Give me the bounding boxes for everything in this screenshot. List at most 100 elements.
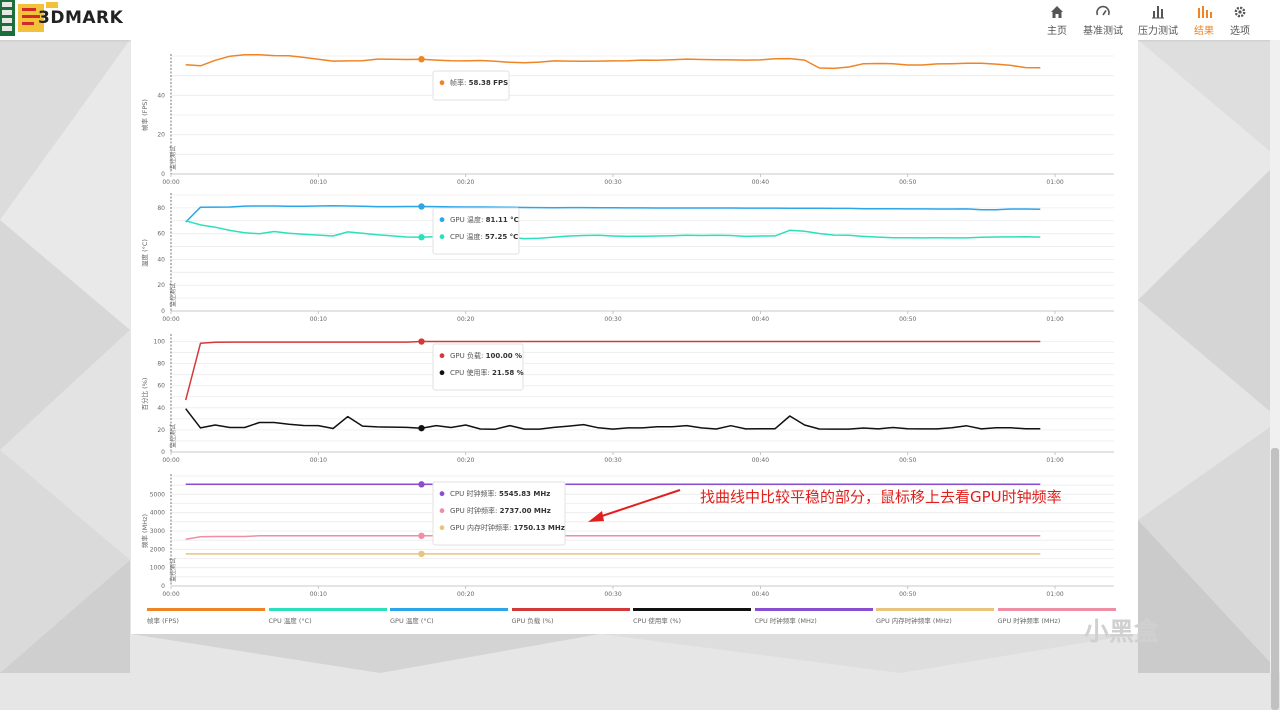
tooltip-label: GPU 内存时钟频率: (450, 523, 514, 532)
tooltip-dot (439, 370, 445, 376)
x-tick-label: 00:30 (604, 457, 621, 464)
hover-point (418, 55, 425, 63)
tooltip-value: 5545.83 MHz (499, 490, 550, 498)
x-tick-label: 00:20 (457, 316, 474, 323)
tooltip-row: 帧率: 58.38 FPS (450, 78, 508, 87)
hover-point (418, 234, 425, 241)
tooltip-label: GPU 负载: (450, 351, 486, 360)
legend-swatch (147, 608, 265, 611)
legend-item[interactable]: 帧率 (FPS) (147, 608, 265, 625)
home-icon (1051, 6, 1063, 18)
nav-stress-tests[interactable]: 压力测试 (1135, 3, 1181, 37)
nav-options[interactable]: 选项 (1217, 3, 1263, 37)
legend-item[interactable]: CPU 温度 (°C) (268, 608, 387, 625)
nav-results-label: 结果 (1194, 26, 1214, 37)
legend-label: 帧率 (FPS) (147, 617, 179, 625)
gear-icon (1234, 6, 1246, 18)
hover-point (418, 424, 425, 432)
nav-home-label: 主页 (1047, 26, 1067, 37)
y-tick-label: 0 (161, 308, 165, 315)
tooltip-label: GPU 温度: (450, 215, 486, 224)
x-tick-label: 00:00 (162, 591, 179, 598)
x-tick-label: 00:00 (162, 316, 179, 323)
legend-item[interactable]: GPU 温度 (°C) (390, 608, 508, 625)
series-line-1 (185, 220, 1041, 240)
legend-swatch (390, 608, 508, 611)
scrollbar[interactable] (1270, 40, 1280, 710)
legend-label: CPU 时钟频率 (MHz) (754, 617, 817, 625)
nav-options-label: 选项 (1230, 26, 1250, 37)
y-tick-label: 1000 (150, 565, 165, 572)
legend-item[interactable]: GPU 负载 (%) (511, 608, 630, 625)
y-tick-label: 20 (157, 427, 165, 434)
tooltip-box (432, 343, 524, 391)
legend-item[interactable]: CPU 时钟频率 (MHz) (754, 608, 873, 625)
x-tick-label: 00:30 (604, 316, 621, 323)
series-line-0 (185, 54, 1041, 70)
y-tick-label: 5000 (150, 491, 165, 498)
y-tick-label: 40 (157, 405, 165, 412)
y-tick-label: 20 (157, 282, 165, 289)
tooltip-label: CPU 时钟频率: (450, 489, 499, 498)
tooltip-box (432, 207, 520, 255)
hover-point (418, 481, 425, 488)
legend-swatch (997, 608, 1116, 611)
x-tick-label: 00:30 (604, 179, 621, 186)
legend-label: CPU 温度 (°C) (268, 617, 312, 625)
y-axis-label: 频率 (MHz) (140, 514, 149, 548)
tooltip: GPU 负载: 100.00 % CPU 使用率: 21.58 % (432, 343, 524, 391)
tooltip: GPU 温度: 81.11 °CCPU 温度: 57.25 °C (432, 207, 520, 255)
tooltip-dot (439, 353, 445, 359)
x-tick-label: 00:10 (310, 457, 327, 464)
y-tick-label: 60 (157, 231, 165, 238)
legend-swatch (754, 608, 873, 611)
top-bar: 3DMARK 主页 基准测试 压力测试 结果 选项 (0, 0, 1280, 40)
y-tick-label: 2000 (150, 546, 165, 553)
y-tick-label: 100 (154, 339, 166, 346)
bar-chart-icon (1152, 6, 1164, 19)
legend-label: GPU 负载 (%) (511, 617, 554, 625)
y-tick-label: 80 (157, 361, 165, 368)
x-tick-label: 00:50 (899, 591, 916, 598)
y-tick-label: 80 (157, 205, 165, 212)
scrollbar-thumb[interactable] (1271, 448, 1279, 710)
watermark: 小黑盒 (1084, 612, 1159, 648)
y-tick-label: 0 (161, 583, 165, 590)
tooltip-row: GPU 内存时钟频率: 1750.13 MHz (450, 523, 565, 532)
annotation-arrow (588, 489, 681, 522)
tooltip-value: 57.25 °C (485, 233, 518, 241)
y-tick-label: 60 (157, 383, 165, 390)
tooltip-row: CPU 时钟频率: 5545.83 MHz (450, 489, 550, 498)
watermark-text: 小黑盒 (1084, 617, 1160, 646)
tooltip-row: GPU 温度: 81.11 °C (450, 215, 519, 224)
monitoring-charts: 监控测试 0 20 40 00:00 00:10 00:20 00:30 00:40 00:50 0… (140, 54, 1114, 598)
tooltip-label: 帧率: (450, 78, 469, 87)
tooltip-label: CPU 使用率: (450, 368, 492, 377)
tooltip-row: GPU 时钟频率: 2737.00 MHz (450, 506, 551, 515)
x-tick-label: 00:50 (899, 179, 916, 186)
y-tick-label: 40 (157, 256, 165, 263)
tooltip-value: 21.58 % (492, 369, 524, 377)
marker-label: 监控测试 (169, 558, 177, 582)
x-tick-label: 00:20 (457, 179, 474, 186)
y-axis-label: 温度 (°C) (140, 239, 149, 267)
y-axis-label: 百分比 (%) (140, 378, 149, 411)
tooltip-value: 2737.00 MHz (500, 507, 551, 515)
x-tick-label: 00:30 (604, 591, 621, 598)
tooltip-row: CPU 使用率: 21.58 % (450, 368, 524, 377)
y-tick-label: 3000 (150, 528, 165, 535)
nav-stress-tests-label: 压力测试 (1138, 26, 1178, 37)
nav-home[interactable]: 主页 (1034, 3, 1080, 37)
x-tick-label: 00:40 (752, 591, 769, 598)
tooltip-dot (439, 234, 445, 240)
series-line-1 (185, 535, 1041, 541)
y-tick-label: 20 (157, 132, 165, 139)
tooltip-value: 100.00 % (486, 352, 522, 360)
marker-label: 监控测试 (169, 146, 177, 170)
hover-point (418, 338, 425, 345)
series-line-0 (184, 340, 1041, 401)
legend-item[interactable]: CPU 使用率 (%) (633, 608, 751, 625)
legend-item[interactable]: GPU 内存时钟频率 (MHz) (876, 608, 994, 625)
nav-benchmarks[interactable]: 基准测试 (1080, 3, 1126, 37)
tooltip-value: 58.38 FPS (469, 79, 509, 87)
